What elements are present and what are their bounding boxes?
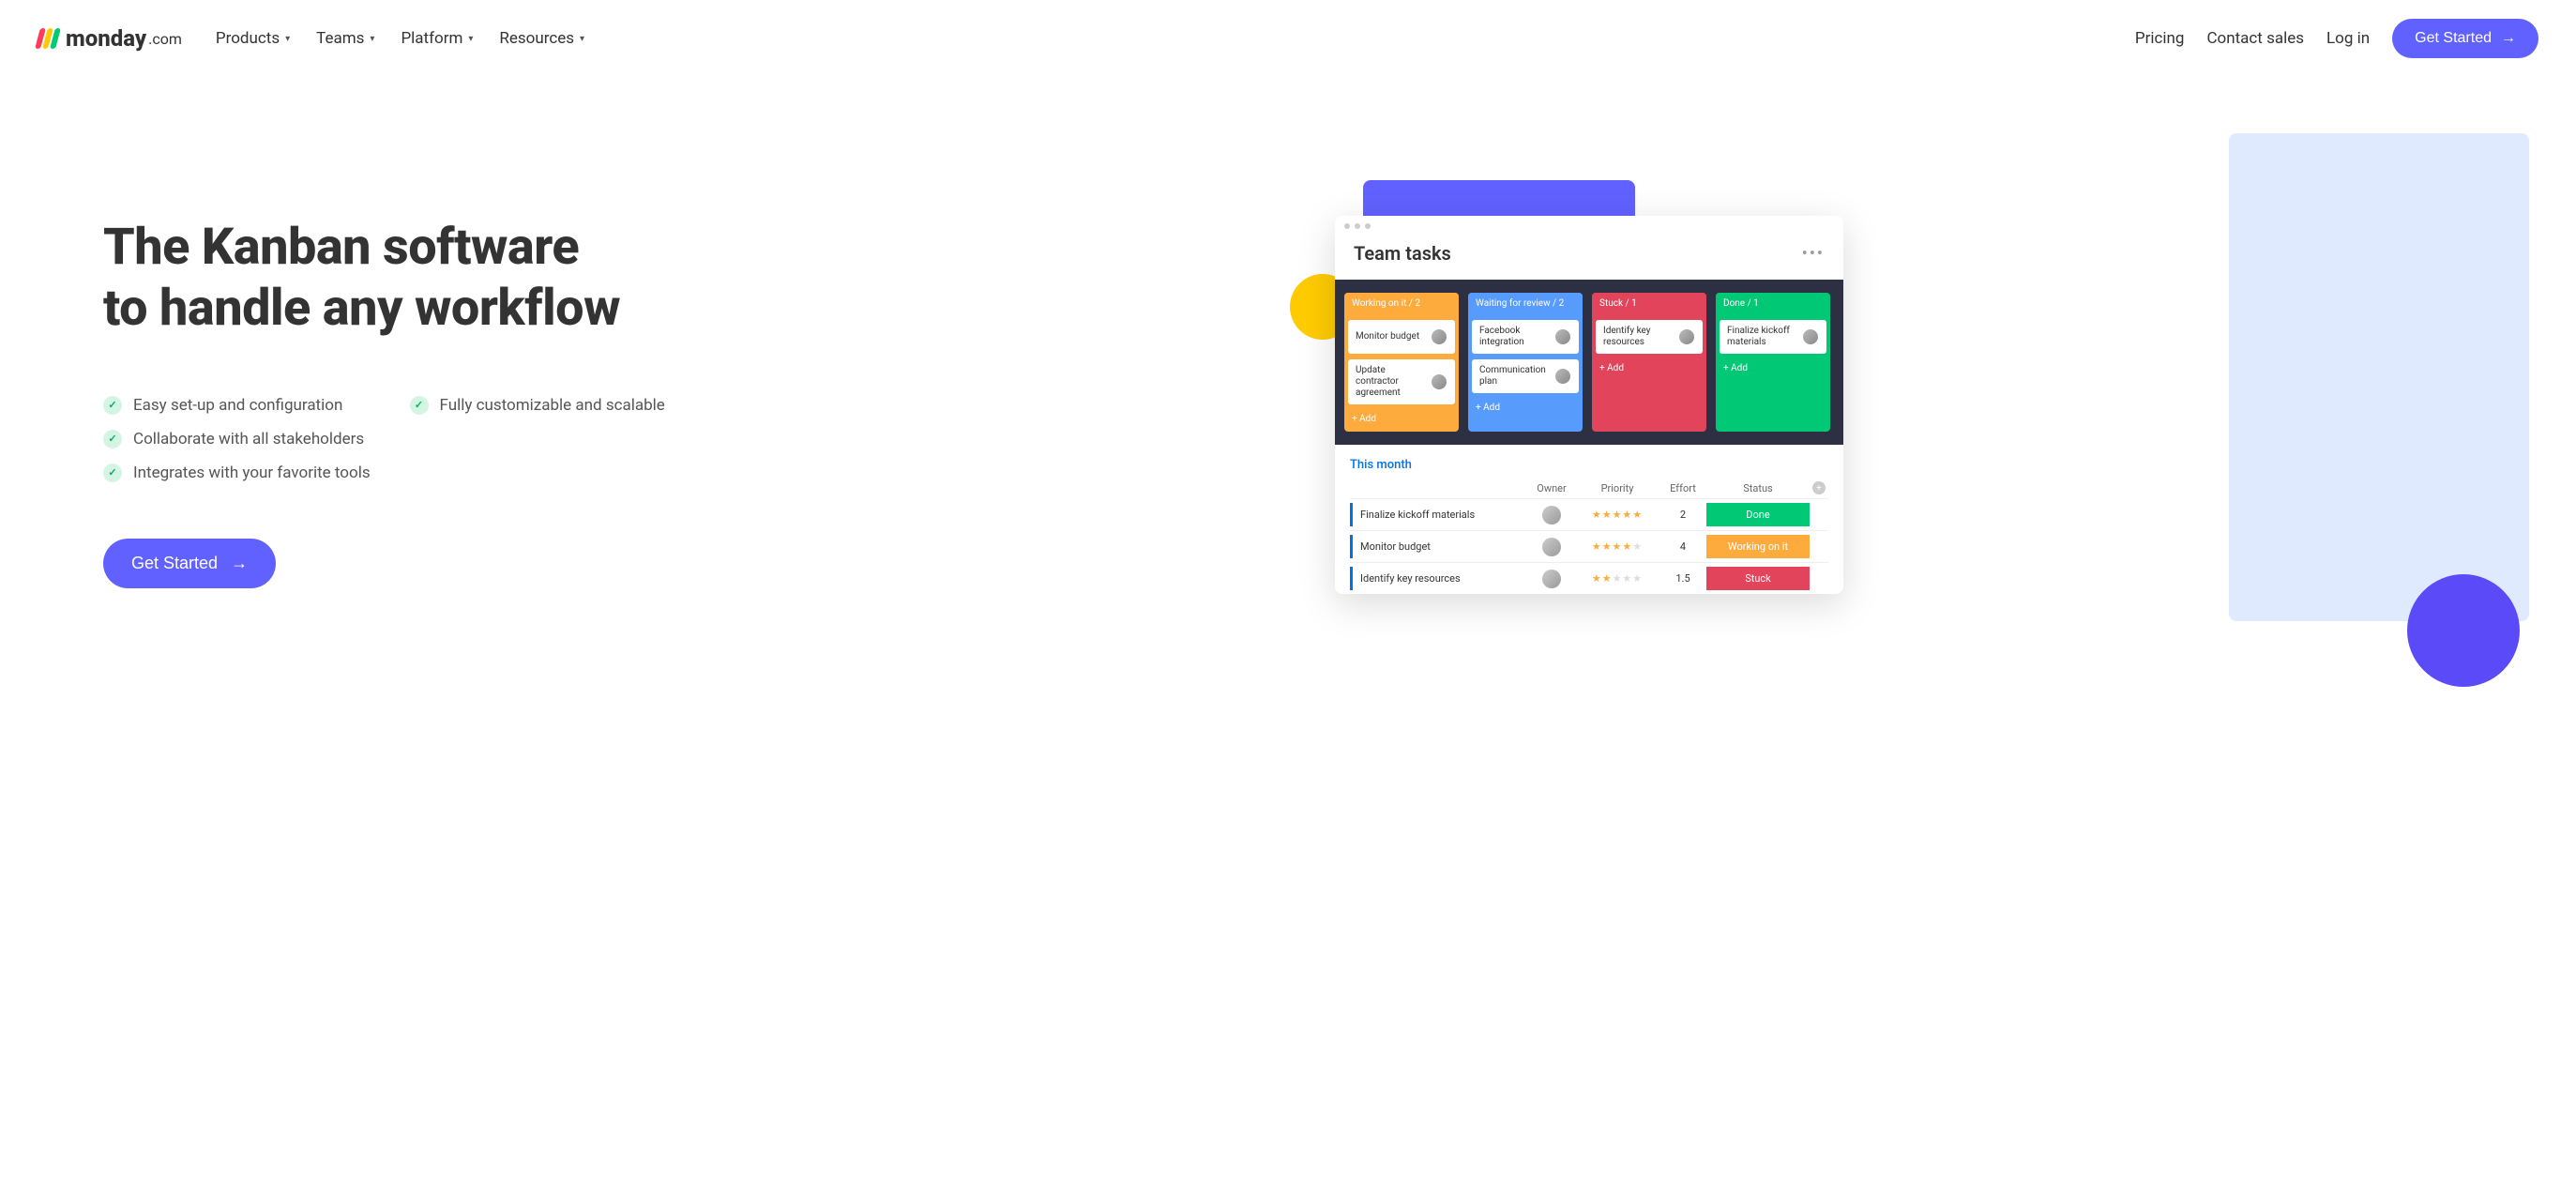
task-name: Finalize kickoff materials (1350, 503, 1528, 526)
kanban-column-header: Done / 1 (1716, 293, 1830, 314)
task-name: Monitor budget (1350, 535, 1528, 558)
feature-item: ✓Easy set-up and configuration (103, 396, 382, 415)
contact-sales-link[interactable]: Contact sales (2206, 29, 2304, 48)
app-panel: Team tasks ••• Working on it / 2 Monitor… (1335, 216, 1843, 594)
kanban-add-button[interactable]: + Add (1716, 359, 1830, 377)
add-column-icon[interactable]: + (1812, 481, 1826, 494)
kanban-board: Working on it / 2 Monitor budget Update … (1335, 280, 1843, 445)
logo[interactable]: monday.com (38, 25, 182, 52)
kanban-column-header: Stuck / 1 (1592, 293, 1706, 314)
table-group-title[interactable]: This month (1350, 458, 1828, 472)
feature-item: ✓Integrates with your favorite tools (103, 464, 704, 482)
kanban-card[interactable]: Update contractor agreement (1348, 359, 1455, 404)
nav-products[interactable]: Products▾ (216, 29, 290, 48)
header-right: Pricing Contact sales Log in Get Started… (2135, 19, 2538, 58)
status-badge: Stuck (1706, 567, 1810, 590)
avatar (1802, 328, 1819, 345)
avatar (1542, 538, 1561, 556)
effort-value: 2 (1659, 509, 1706, 521)
kanban-column-header: Waiting for review / 2 (1468, 293, 1583, 314)
kanban-card[interactable]: Finalize kickoff materials (1720, 320, 1826, 354)
kanban-column-done: Done / 1 Finalize kickoff materials + Ad… (1716, 293, 1830, 432)
feature-list: ✓Easy set-up and configuration ✓Fully cu… (103, 396, 704, 482)
kanban-card[interactable]: Identify key resources (1596, 320, 1703, 354)
decorative-shape (2229, 133, 2529, 621)
priority-stars: ★★★★★ (1575, 572, 1659, 585)
table-section: This month Owner Priority Effort Status … (1335, 445, 1843, 594)
table-row[interactable]: Monitor budget ★★★★★ 4 Working on it (1350, 530, 1828, 562)
check-icon: ✓ (103, 396, 122, 415)
panel-header: Team tasks ••• (1335, 236, 1843, 280)
pricing-link[interactable]: Pricing (2135, 29, 2185, 48)
feature-item: ✓Fully customizable and scalable (410, 396, 705, 415)
decorative-shape (2407, 574, 2520, 687)
table-row[interactable]: Finalize kickoff materials ★★★★★ 2 Done (1350, 498, 1828, 530)
kanban-card[interactable]: Communication plan (1472, 359, 1579, 393)
kanban-add-button[interactable]: + Add (1468, 399, 1583, 417)
logo-icon (38, 28, 58, 49)
kanban-card[interactable]: Facebook integration (1472, 320, 1579, 354)
effort-value: 1.5 (1659, 572, 1706, 585)
kanban-column-header: Working on it / 2 (1344, 293, 1459, 314)
login-link[interactable]: Log in (2326, 29, 2370, 48)
logo-suffix: .com (148, 30, 182, 48)
header: monday.com Products▾ Teams▾ Platform▾ Re… (0, 0, 2576, 77)
hero-title: The Kanban software to handle any workfl… (103, 218, 1269, 340)
hero-illustration: Team tasks ••• Working on it / 2 Monitor… (1307, 133, 2473, 659)
avatar (1431, 373, 1447, 390)
kanban-column-working: Working on it / 2 Monitor budget Update … (1344, 293, 1459, 432)
chevron-down-icon: ▾ (468, 34, 473, 44)
nav-teams[interactable]: Teams▾ (316, 29, 374, 48)
logo-text: monday (66, 25, 146, 52)
get-started-button[interactable]: Get Started→ (2392, 19, 2538, 58)
check-icon: ✓ (410, 396, 429, 415)
table-header: Owner Priority Effort Status + (1350, 478, 1828, 498)
arrow-right-icon: → (2501, 30, 2516, 47)
chevron-down-icon: ▾ (370, 34, 374, 44)
hero-get-started-button[interactable]: Get Started→ (103, 539, 276, 588)
table-row[interactable]: Identify key resources ★★★★★ 1.5 Stuck (1350, 562, 1828, 594)
kanban-column-stuck: Stuck / 1 Identify key resources + Add (1592, 293, 1706, 432)
arrow-right-icon: → (231, 554, 248, 573)
kanban-card[interactable]: Monitor budget (1348, 320, 1455, 354)
hero-left: The Kanban software to handle any workfl… (103, 133, 1269, 659)
main-nav: Products▾ Teams▾ Platform▾ Resources▾ (216, 29, 584, 48)
feature-item: ✓Collaborate with all stakeholders (103, 430, 704, 449)
priority-stars: ★★★★★ (1575, 509, 1659, 521)
effort-value: 4 (1659, 540, 1706, 553)
avatar (1542, 506, 1561, 525)
task-name: Identify key resources (1350, 567, 1528, 590)
avatar (1542, 570, 1561, 588)
panel-title: Team tasks (1354, 242, 1451, 265)
avatar (1554, 368, 1571, 385)
status-badge: Working on it (1706, 535, 1810, 558)
check-icon: ✓ (103, 430, 122, 449)
priority-stars: ★★★★★ (1575, 540, 1659, 553)
kanban-add-button[interactable]: + Add (1344, 410, 1459, 428)
chevron-down-icon: ▾ (285, 34, 290, 44)
nav-platform[interactable]: Platform▾ (401, 29, 473, 48)
status-badge: Done (1706, 503, 1810, 526)
nav-resources[interactable]: Resources▾ (499, 29, 584, 48)
check-icon: ✓ (103, 464, 122, 482)
avatar (1431, 328, 1447, 345)
window-dots (1335, 216, 1843, 236)
chevron-down-icon: ▾ (580, 34, 584, 44)
hero: The Kanban software to handle any workfl… (0, 77, 2576, 715)
kanban-column-review: Waiting for review / 2 Facebook integrat… (1468, 293, 1583, 432)
avatar (1554, 328, 1571, 345)
more-icon[interactable]: ••• (1802, 244, 1825, 264)
avatar (1678, 328, 1695, 345)
kanban-add-button[interactable]: + Add (1592, 359, 1706, 377)
